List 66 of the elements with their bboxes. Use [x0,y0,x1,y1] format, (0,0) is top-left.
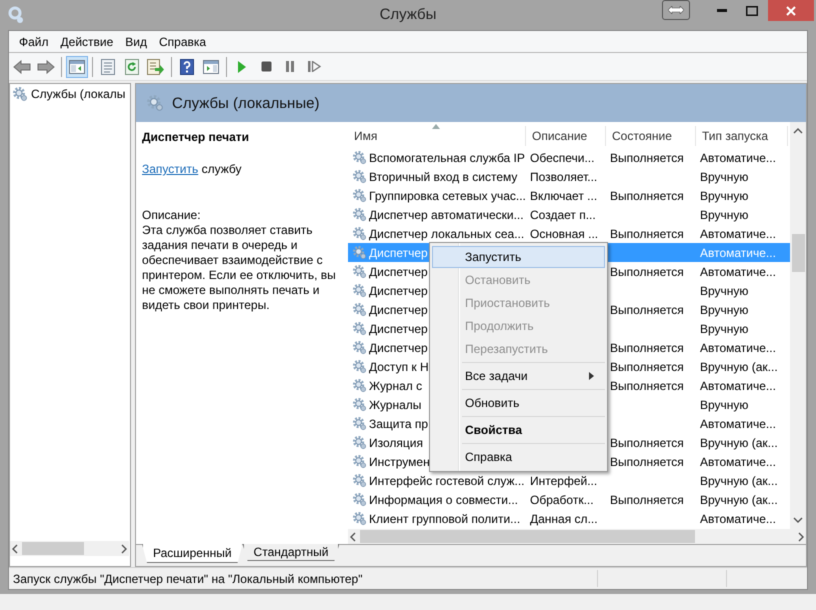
description-cell: Данная сл... [530,512,598,526]
window-title: Службы [378,6,438,23]
service-name: Изоляция [369,436,423,450]
service-name: Вторичный вход в систему [369,170,518,184]
status-cell: Выполняется [610,226,684,240]
service-name: Диспетчер локальных сеа... [369,226,524,240]
startup-type-cell: Автоматиче... [700,264,776,278]
status-cell: Выполняется [610,378,684,392]
description-cell: Обеспечи... [530,150,594,164]
startup-type-cell: Вручную [700,284,748,298]
service-name: Защита пр [369,416,428,430]
service-name: Диспетчер автоматически... [369,208,524,222]
service-name: Диспетчер [369,284,428,298]
startup-type-cell: Вручную [700,302,748,316]
service-name: Информация о совмести... [369,492,518,506]
service-name: Диспетчер [369,246,428,260]
startup-type-cell: Автоматиче... [700,246,776,260]
description-label: Описание: [142,208,202,223]
status-cell: Выполняется [610,360,684,374]
service-name: Журналы [369,398,422,412]
service-name: Диспетчер [369,322,428,336]
pane-title: Службы (локальные) [172,94,320,112]
status-cell: Выполняется [610,188,684,202]
description-cell: Создает п... [530,208,596,222]
startup-type-cell: Автоматиче... [700,454,776,468]
description-cell: Основная ... [530,226,598,240]
service-name: Группировка сетевых учас... [369,188,526,202]
service-name: Диспетчер [369,340,428,354]
description-text: Эта служба позволяет ставить задания печати в очередь и обеспечивает взаимодействие с принтером. Если ее отключить, вы не сможете выполнять печать и видеть свои принтеры. [142,223,337,313]
startup-type-cell: Вручную [700,170,748,184]
service-name: Интерфейс гостевой служ... [369,474,524,488]
status-cell: Выполняется [610,492,684,506]
startup-type-cell: Автоматиче... [700,416,776,430]
description-cell: Интерфей... [530,474,598,488]
startup-type-cell: Вручную (ак... [700,360,778,374]
service-name: Диспетчер [369,302,428,316]
service-name: Вспомогательная служба IP [369,150,525,164]
status-cell: Выполняется [610,264,684,278]
service-name: Диспетчер [369,264,428,278]
service-name: Инструмен [369,454,430,468]
status-cell: Выполняется [610,302,684,316]
startup-type-cell: Автоматиче... [700,226,776,240]
startup-type-cell: Автоматиче... [700,150,776,164]
service-name: Доступ к Н [369,360,429,374]
startup-type-cell: Вручную (ак... [700,492,778,506]
startup-type-cell: Автоматиче... [700,512,776,526]
description-cell: Обработк... [530,492,594,506]
startup-type-cell: Вручную (ак... [700,474,778,488]
startup-type-cell: Вручную [700,398,748,412]
start-service-text: Запустить службу [142,162,242,176]
service-name: Журнал с [369,378,422,392]
service-title: Диспетчер печати [142,130,250,144]
startup-type-cell: Автоматиче... [700,378,776,392]
description-cell: Позволяет... [530,170,598,184]
startup-type-cell: Вручную [700,188,748,202]
startup-type-cell: Вручную (ак... [700,436,778,450]
status-cell: Выполняется [610,436,684,450]
status-cell: Выполняется [610,340,684,354]
status-cell: Выполняется [610,454,684,468]
service-name: Клиент групповой полити... [369,512,520,526]
startup-type-cell: Автоматиче... [700,340,776,354]
startup-type-cell: Вручную [700,208,748,222]
status-cell: Выполняется [610,150,684,164]
description-cell: Включает ... [530,188,598,202]
status-text: Запуск службы "Диспетчер печати" на "Локальный компьютер" [12,572,364,586]
startup-type-cell: Вручную [700,322,748,336]
